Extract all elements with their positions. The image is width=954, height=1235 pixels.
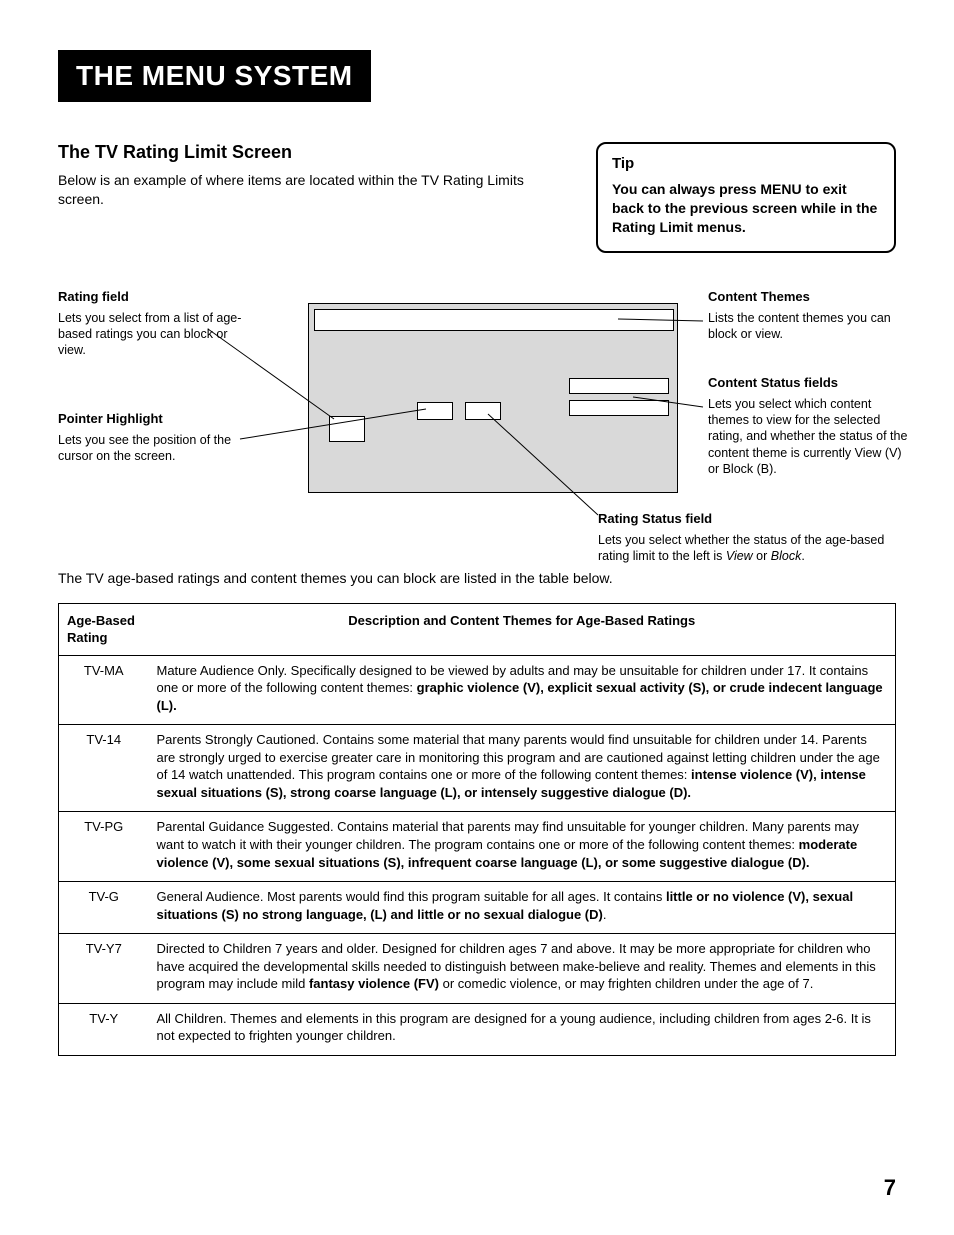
tip-body: You can always press MENU to exit back t… — [612, 181, 877, 235]
section-banner: The Menu System — [58, 50, 371, 102]
desc-cell: All Children. Themes and elements in thi… — [149, 1003, 896, 1055]
ratings-table: Age-Based Rating Description and Content… — [58, 603, 896, 1056]
callout-rating-status: Rating Status field Lets you select whet… — [598, 511, 888, 564]
rs-view: View — [726, 549, 753, 563]
diagram-area: Rating field Lets you select from a list… — [58, 289, 896, 569]
callout-title: Pointer Highlight — [58, 411, 248, 428]
screen-pointer-cell — [417, 402, 453, 420]
screen-status-cell — [465, 402, 501, 420]
rating-cell: TV-G — [59, 882, 149, 934]
table-row: TV-Y7Directed to Children 7 years and ol… — [59, 934, 896, 1004]
desc-cell: Parental Guidance Suggested. Contains ma… — [149, 812, 896, 882]
rating-cell: TV-MA — [59, 655, 149, 725]
intro-block: The TV Rating Limit Screen Below is an e… — [58, 142, 572, 209]
callout-title: Content Themes — [708, 289, 908, 306]
th-rating: Age-Based Rating — [59, 603, 149, 655]
rs-block: Block — [771, 549, 802, 563]
rating-cell: TV-14 — [59, 725, 149, 812]
desc-cell: Directed to Children 7 years and older. … — [149, 934, 896, 1004]
page-subheading: The TV Rating Limit Screen — [58, 142, 572, 163]
desc-cell: Parents Strongly Cautioned. Contains som… — [149, 725, 896, 812]
tip-box: Tip You can always press MENU to exit ba… — [596, 142, 896, 253]
callout-rating-field: Rating field Lets you select from a list… — [58, 289, 248, 359]
intro-text: Below is an example of where items are l… — [58, 171, 572, 209]
callout-body: Lets you select whether the status of th… — [598, 533, 884, 563]
rs-post: . — [801, 549, 804, 563]
callout-pointer-highlight: Pointer Highlight Lets you see the posit… — [58, 411, 248, 464]
table-row: TV-PGParental Guidance Suggested. Contai… — [59, 812, 896, 882]
desc-cell: General Audience. Most parents would fin… — [149, 882, 896, 934]
callout-body: Lets you select from a list of age-based… — [58, 311, 241, 358]
callout-body: Lets you select which content themes to … — [708, 397, 907, 476]
rating-cell: TV-Y7 — [59, 934, 149, 1004]
table-row: TV-14Parents Strongly Cautioned. Contain… — [59, 725, 896, 812]
callout-content-status: Content Status fields Lets you select wh… — [708, 375, 908, 477]
callout-body: Lists the content themes you can block o… — [708, 311, 891, 341]
callout-body: Lets you see the position of the cursor … — [58, 433, 231, 463]
rs-mid: or — [753, 549, 771, 563]
intro-row: The TV Rating Limit Screen Below is an e… — [58, 142, 896, 253]
screen-mock — [308, 303, 678, 493]
page-number: 7 — [884, 1175, 896, 1201]
callout-content-themes: Content Themes Lists the content themes … — [708, 289, 908, 342]
callout-title: Rating Status field — [598, 511, 888, 528]
screen-content-row-2 — [569, 400, 669, 416]
rating-cell: TV-Y — [59, 1003, 149, 1055]
th-desc: Description and Content Themes for Age-B… — [149, 603, 896, 655]
rating-cell: TV-PG — [59, 812, 149, 882]
table-row: TV-YAll Children. Themes and elements in… — [59, 1003, 896, 1055]
table-row: TV-GGeneral Audience. Most parents would… — [59, 882, 896, 934]
tip-title: Tip — [612, 154, 880, 174]
screen-content-row-1 — [569, 378, 669, 394]
desc-cell: Mature Audience Only. Specifically desig… — [149, 655, 896, 725]
table-row: TV-MAMature Audience Only. Specifically … — [59, 655, 896, 725]
callout-title: Content Status fields — [708, 375, 908, 392]
screen-top-bar — [314, 309, 674, 331]
callout-title: Rating field — [58, 289, 248, 306]
screen-rating-cell — [329, 416, 365, 442]
table-lead: The TV age-based ratings and content the… — [58, 569, 618, 589]
